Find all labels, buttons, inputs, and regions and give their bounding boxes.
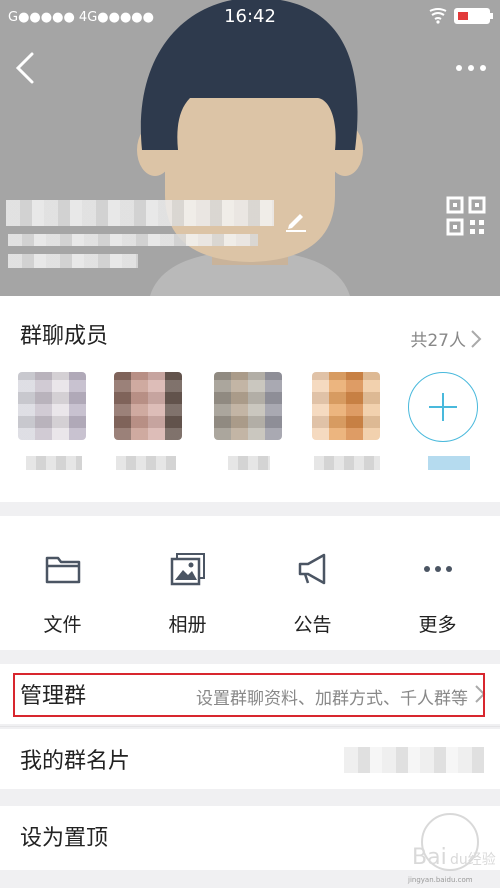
function-files-label: 文件 (43, 614, 82, 636)
group-info-screen: G●●●●● 4G●●●●● 16:42 群聊成员 共27人 文件 相册 公告 … (0, 0, 500, 888)
function-announcement-label: 公告 (293, 614, 332, 636)
svg-text:Bai: Bai (412, 845, 447, 870)
members-count-label: 共27人 (410, 331, 466, 351)
member-avatar[interactable] (18, 372, 86, 440)
qr-code-icon[interactable] (446, 196, 486, 236)
wifi-icon (429, 8, 447, 24)
folder-icon (45, 556, 81, 584)
row-divider (0, 726, 500, 727)
megaphone-icon (298, 553, 326, 585)
annotation-highlight-box (13, 673, 485, 717)
member-name-blurred (314, 456, 380, 470)
members-count-link[interactable]: 共27人 (410, 326, 482, 351)
group-functions-grid: 文件 相册 公告 更多 (0, 516, 500, 650)
group-members-section: 群聊成员 共27人 (0, 296, 500, 502)
member-avatar[interactable] (312, 372, 380, 440)
my-group-card-row[interactable]: 我的群名片 (0, 729, 500, 789)
edit-name-icon[interactable] (283, 207, 309, 233)
status-bar: G●●●●● 4G●●●●● 16:42 (0, 0, 500, 34)
member-name-blurred (228, 456, 270, 470)
function-announcement[interactable]: 公告 (250, 516, 375, 650)
member-name-blurred (26, 456, 82, 470)
function-files[interactable]: 文件 (0, 516, 125, 650)
member-avatar[interactable] (214, 372, 282, 440)
photo-album-icon (170, 553, 205, 586)
function-album-label: 相册 (168, 614, 207, 636)
add-member-label-blurred (428, 456, 470, 470)
watermark-url: jingyan.baidu.com (408, 876, 473, 884)
member-avatar[interactable] (114, 372, 182, 440)
more-dots-icon (424, 566, 452, 572)
my-group-card-title: 我的群名片 (20, 749, 131, 774)
function-more-label: 更多 (418, 614, 457, 636)
back-button[interactable] (10, 48, 40, 88)
battery-icon (454, 8, 493, 24)
member-name-blurred (116, 456, 176, 470)
my-card-value-blurred (344, 747, 484, 773)
clock: 16:42 (224, 6, 276, 27)
pin-to-top-title: 设为置顶 (20, 826, 109, 851)
svg-text:du经验: du经验 (450, 852, 496, 868)
function-more[interactable]: 更多 (375, 516, 500, 650)
group-name-blurred (6, 200, 274, 226)
group-extra-blurred (8, 254, 138, 268)
group-id-blurred (8, 234, 258, 246)
members-title: 群聊成员 (20, 324, 109, 349)
add-member-button[interactable] (408, 372, 478, 442)
group-header: G●●●●● 4G●●●●● 16:42 (0, 0, 500, 296)
chevron-right-icon (471, 329, 482, 348)
group-avatar-illustration (137, 0, 363, 296)
more-options-button[interactable] (454, 56, 488, 80)
function-album[interactable]: 相册 (125, 516, 250, 650)
